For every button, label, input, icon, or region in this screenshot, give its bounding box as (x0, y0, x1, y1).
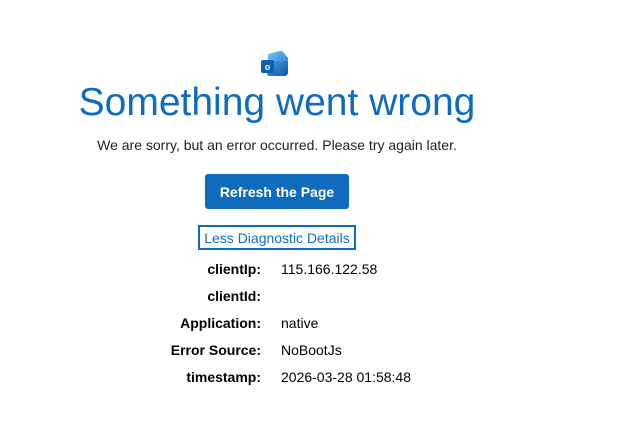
diagnostics-value: 115.166.122.58 (281, 261, 378, 277)
diagnostics-row: Error Source: NoBootJs (150, 337, 490, 364)
diagnostics-row: timestamp: 2026-03-28 01:58:48 (150, 364, 490, 391)
diagnostics-value: 2026-03-28 01:58:48 (281, 369, 411, 385)
diagnostics-value: native (281, 315, 319, 331)
diagnostics-key: Error Source: (170, 342, 261, 358)
error-message: We are sorry, but an error occurred. Ple… (97, 137, 457, 153)
diagnostics-value: NoBootJs (281, 342, 342, 358)
page-title: Something went wrong (78, 81, 476, 124)
diagnostics-row: clientId: (150, 283, 490, 310)
refresh-page-button[interactable]: Refresh the Page (205, 174, 349, 209)
diagnostics-key: clientId: (207, 288, 261, 304)
svg-text:o: o (265, 62, 271, 72)
diagnostics-table: clientIp: 115.166.122.58 clientId: Appli… (150, 256, 490, 391)
diagnostic-details-toggle-button[interactable]: Less Diagnostic Details (198, 225, 356, 250)
error-page: o Something went wrong We are sorry, but… (0, 0, 619, 439)
diagnostics-row: Application: native (150, 310, 490, 337)
diagnostics-key: clientIp: (207, 261, 261, 277)
outlook-logo-icon: o (261, 50, 288, 76)
diagnostics-key: timestamp: (186, 369, 261, 385)
diagnostics-row: clientIp: 115.166.122.58 (150, 256, 490, 283)
diagnostics-key: Application: (180, 315, 261, 331)
